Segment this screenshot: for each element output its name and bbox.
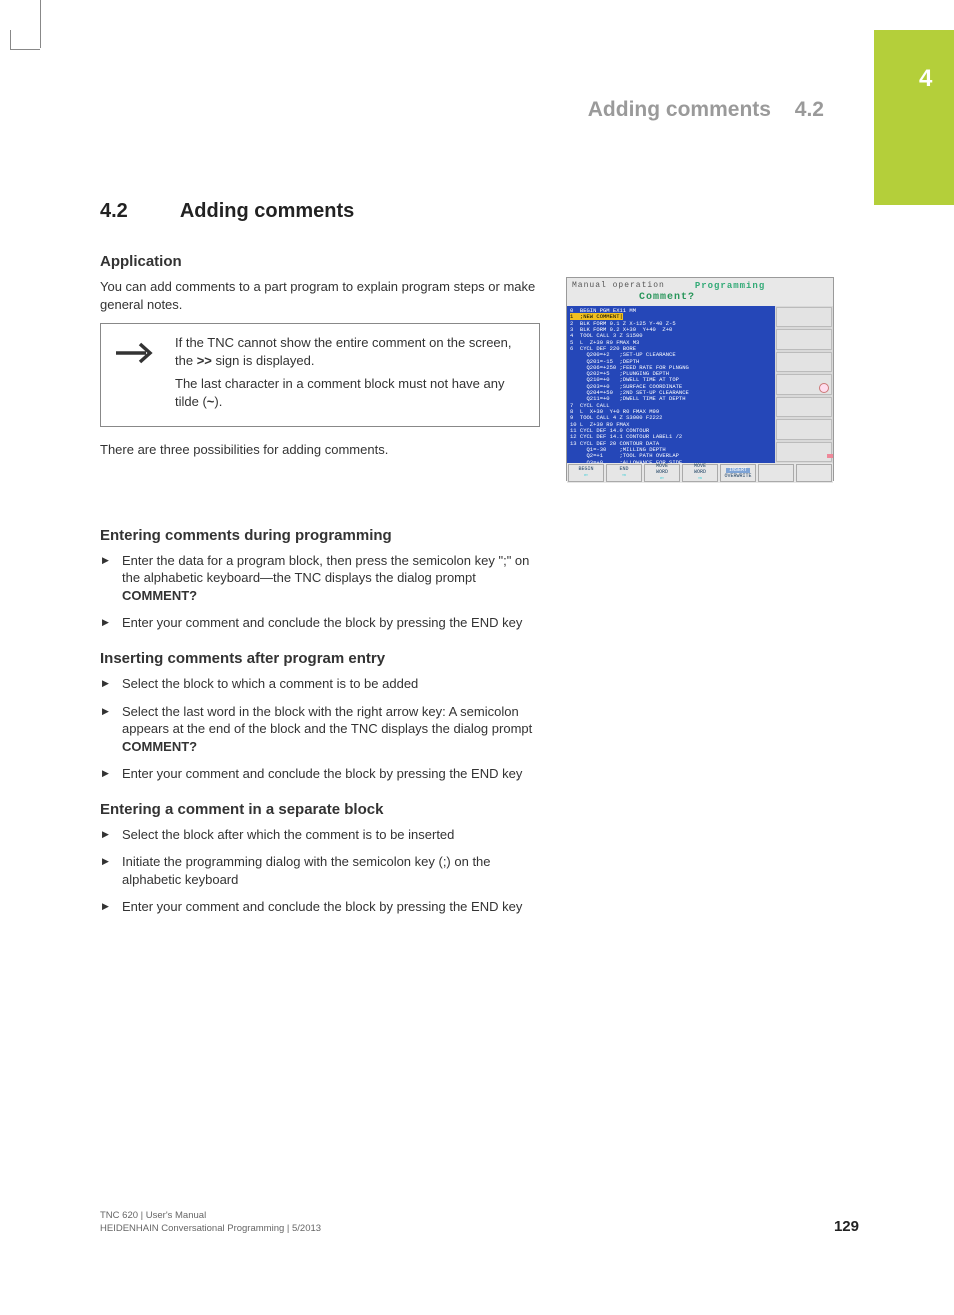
scr-side-button[interactable] <box>776 329 832 349</box>
arrow-right-icon <box>113 334 159 372</box>
scr-code-listing: 0 BEGIN PGM EX11 MM 1 ;NEW COMMENT| 2 BL… <box>567 306 775 463</box>
list-item: Select the last word in the block with t… <box>100 703 540 756</box>
main-content: 4.2 Adding comments Application You can … <box>100 200 540 928</box>
list-item: Select the block after which the comment… <box>100 826 540 844</box>
s1-li1-b: COMMENT? <box>122 588 197 603</box>
softkey-end[interactable]: END⇒ <box>606 464 642 482</box>
section-heading: 4.2 Adding comments <box>100 200 540 223</box>
s1-li1-a: Enter the data for a program block, then… <box>122 553 529 586</box>
application-para: You can add comments to a part program t… <box>100 278 540 313</box>
scr-header: Manual operation Programming <box>567 278 833 292</box>
header-title: Adding comments <box>588 98 771 121</box>
list-item: Enter your comment and conclude the bloc… <box>100 898 540 916</box>
screenshot-figure: Manual operation Programming Comment? 0 … <box>566 277 834 481</box>
crop-mark <box>10 30 40 50</box>
softkey-begin[interactable]: BEGIN⇐ <box>568 464 604 482</box>
scr-body: 0 BEGIN PGM EX11 MM 1 ;NEW COMMENT| 2 BL… <box>567 306 833 463</box>
s3-heading: Entering a comment in a separate block <box>100 801 540 818</box>
s2-li2-b: COMMENT? <box>122 739 197 754</box>
s2-heading: Inserting comments after program entry <box>100 650 540 667</box>
note-box: If the TNC cannot show the entire commen… <box>100 323 540 427</box>
list-item: Select the block to which a comment is t… <box>100 675 540 693</box>
s1-heading: Entering comments during programming <box>100 527 540 544</box>
list-item: Enter your comment and conclude the bloc… <box>100 765 540 783</box>
s1-steps: Enter the data for a program block, then… <box>100 552 540 632</box>
note2-a: The last character in a comment block mu… <box>175 376 505 409</box>
scr-side-button[interactable] <box>776 442 832 462</box>
scr-program-mode: Programming <box>695 281 765 291</box>
scr-prompt: Comment? <box>567 292 833 306</box>
list-item: Initiate the programming dialog with the… <box>100 853 540 888</box>
scr-side-button[interactable] <box>776 352 832 372</box>
list-item: Enter the data for a program block, then… <box>100 552 540 605</box>
chapter-tab: 4 <box>874 30 954 205</box>
softkey-insert-overwrite[interactable]: INSERTOVERWRITE <box>720 464 756 482</box>
scr-scroll-indicator <box>827 454 833 458</box>
scr-side-button[interactable] <box>776 397 832 417</box>
scr-side-button[interactable] <box>776 307 832 327</box>
application-outro: There are three possibilities for adding… <box>100 441 540 459</box>
note2-c: ). <box>214 394 222 409</box>
footer-line2: HEIDENHAIN Conversational Programming | … <box>100 1223 321 1235</box>
note1-b: >> <box>197 353 212 368</box>
crop-mark <box>40 0 41 48</box>
softkey-move-word[interactable]: MOVEWORD⇐ <box>644 464 680 482</box>
section-number: 4.2 <box>100 200 175 223</box>
softkey-empty[interactable] <box>758 464 794 482</box>
page-footer: TNC 620 | User's Manual HEIDENHAIN Conve… <box>100 1210 321 1235</box>
softkey-move-word[interactable]: MOVEWORD⇒ <box>682 464 718 482</box>
softkey-empty[interactable] <box>796 464 832 482</box>
application-heading: Application <box>100 253 540 270</box>
scr-side-button[interactable] <box>776 419 832 439</box>
s2-steps: Select the block to which a comment is t… <box>100 675 540 783</box>
header-section: 4.2 <box>795 98 824 121</box>
note1-c: sign is displayed. <box>212 353 315 368</box>
scr-side-button[interactable] <box>776 374 832 394</box>
s3-steps: Select the block after which the comment… <box>100 826 540 916</box>
list-item: Enter your comment and conclude the bloc… <box>100 614 540 632</box>
page-number: 129 <box>834 1218 859 1235</box>
running-header: Adding comments 4.2 <box>588 98 824 122</box>
scr-mode: Manual operation <box>572 281 665 291</box>
note-text: If the TNC cannot show the entire commen… <box>175 334 527 416</box>
scr-sidebar <box>775 306 833 463</box>
scr-softkeys: BEGIN⇐ END⇒ MOVEWORD⇐ MOVEWORD⇒ INSERTOV… <box>567 463 833 483</box>
footer-line1: TNC 620 | User's Manual <box>100 1210 321 1222</box>
section-title: Adding comments <box>180 200 354 222</box>
s2-li2-a: Select the last word in the block with t… <box>122 704 532 737</box>
